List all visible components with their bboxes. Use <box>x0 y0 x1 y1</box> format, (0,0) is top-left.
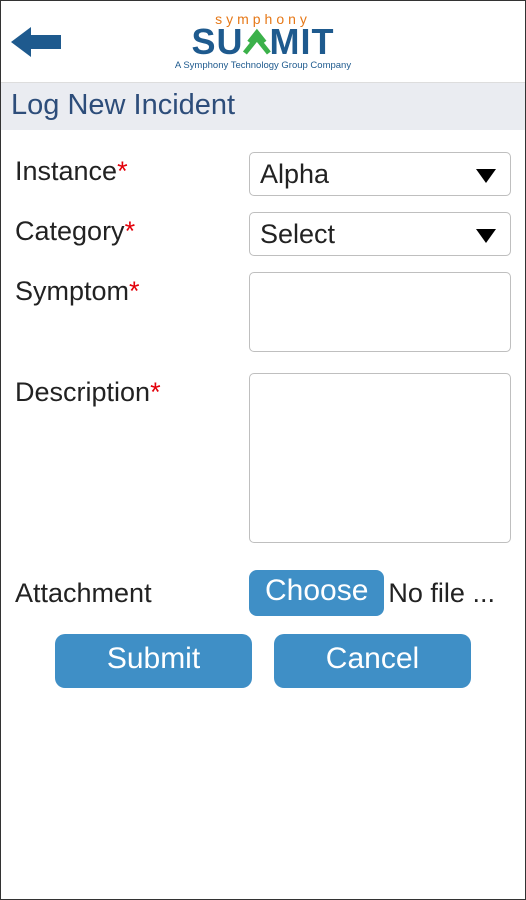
logo-tagline: A Symphony Technology Group Company <box>175 60 351 71</box>
instance-label: Instance* <box>15 152 249 187</box>
choose-file-button[interactable]: Choose <box>249 570 384 616</box>
file-status-text: No file ... <box>388 578 495 609</box>
category-row: Category* Select <box>15 212 511 256</box>
description-input[interactable] <box>249 373 511 543</box>
symptom-input[interactable] <box>249 272 511 352</box>
instance-select[interactable]: Alpha <box>249 152 511 196</box>
required-star: * <box>129 276 140 306</box>
incident-form: Instance* Alpha Category* Select <box>1 130 525 688</box>
instance-value: Alpha <box>260 159 329 190</box>
back-arrow-icon[interactable] <box>11 27 61 57</box>
app-header: symphony SU MIT A Symphony Technology Gr… <box>1 1 525 83</box>
caret-down-icon <box>476 159 496 190</box>
attachment-row: Attachment Choose No file ... <box>15 570 511 616</box>
description-label: Description* <box>15 373 249 408</box>
action-buttons: Submit Cancel <box>15 634 511 688</box>
instance-row: Instance* Alpha <box>15 152 511 196</box>
description-row: Description* <box>15 373 511 548</box>
submit-button[interactable]: Submit <box>55 634 252 688</box>
required-star: * <box>150 377 161 407</box>
required-star: * <box>117 156 128 186</box>
chevron-up-icon <box>242 28 272 58</box>
logo: symphony SU MIT A Symphony Technology Gr… <box>175 12 351 71</box>
caret-down-icon <box>476 219 496 250</box>
required-star: * <box>125 216 136 246</box>
attachment-label: Attachment <box>15 578 249 609</box>
category-value: Select <box>260 219 335 250</box>
category-label: Category* <box>15 212 249 247</box>
cancel-button[interactable]: Cancel <box>274 634 471 688</box>
symptom-row: Symptom* <box>15 272 511 357</box>
symptom-label: Symptom* <box>15 272 249 307</box>
category-select[interactable]: Select <box>249 212 511 256</box>
page-title: Log New Incident <box>1 83 525 130</box>
logo-main: SU MIT <box>175 26 351 58</box>
